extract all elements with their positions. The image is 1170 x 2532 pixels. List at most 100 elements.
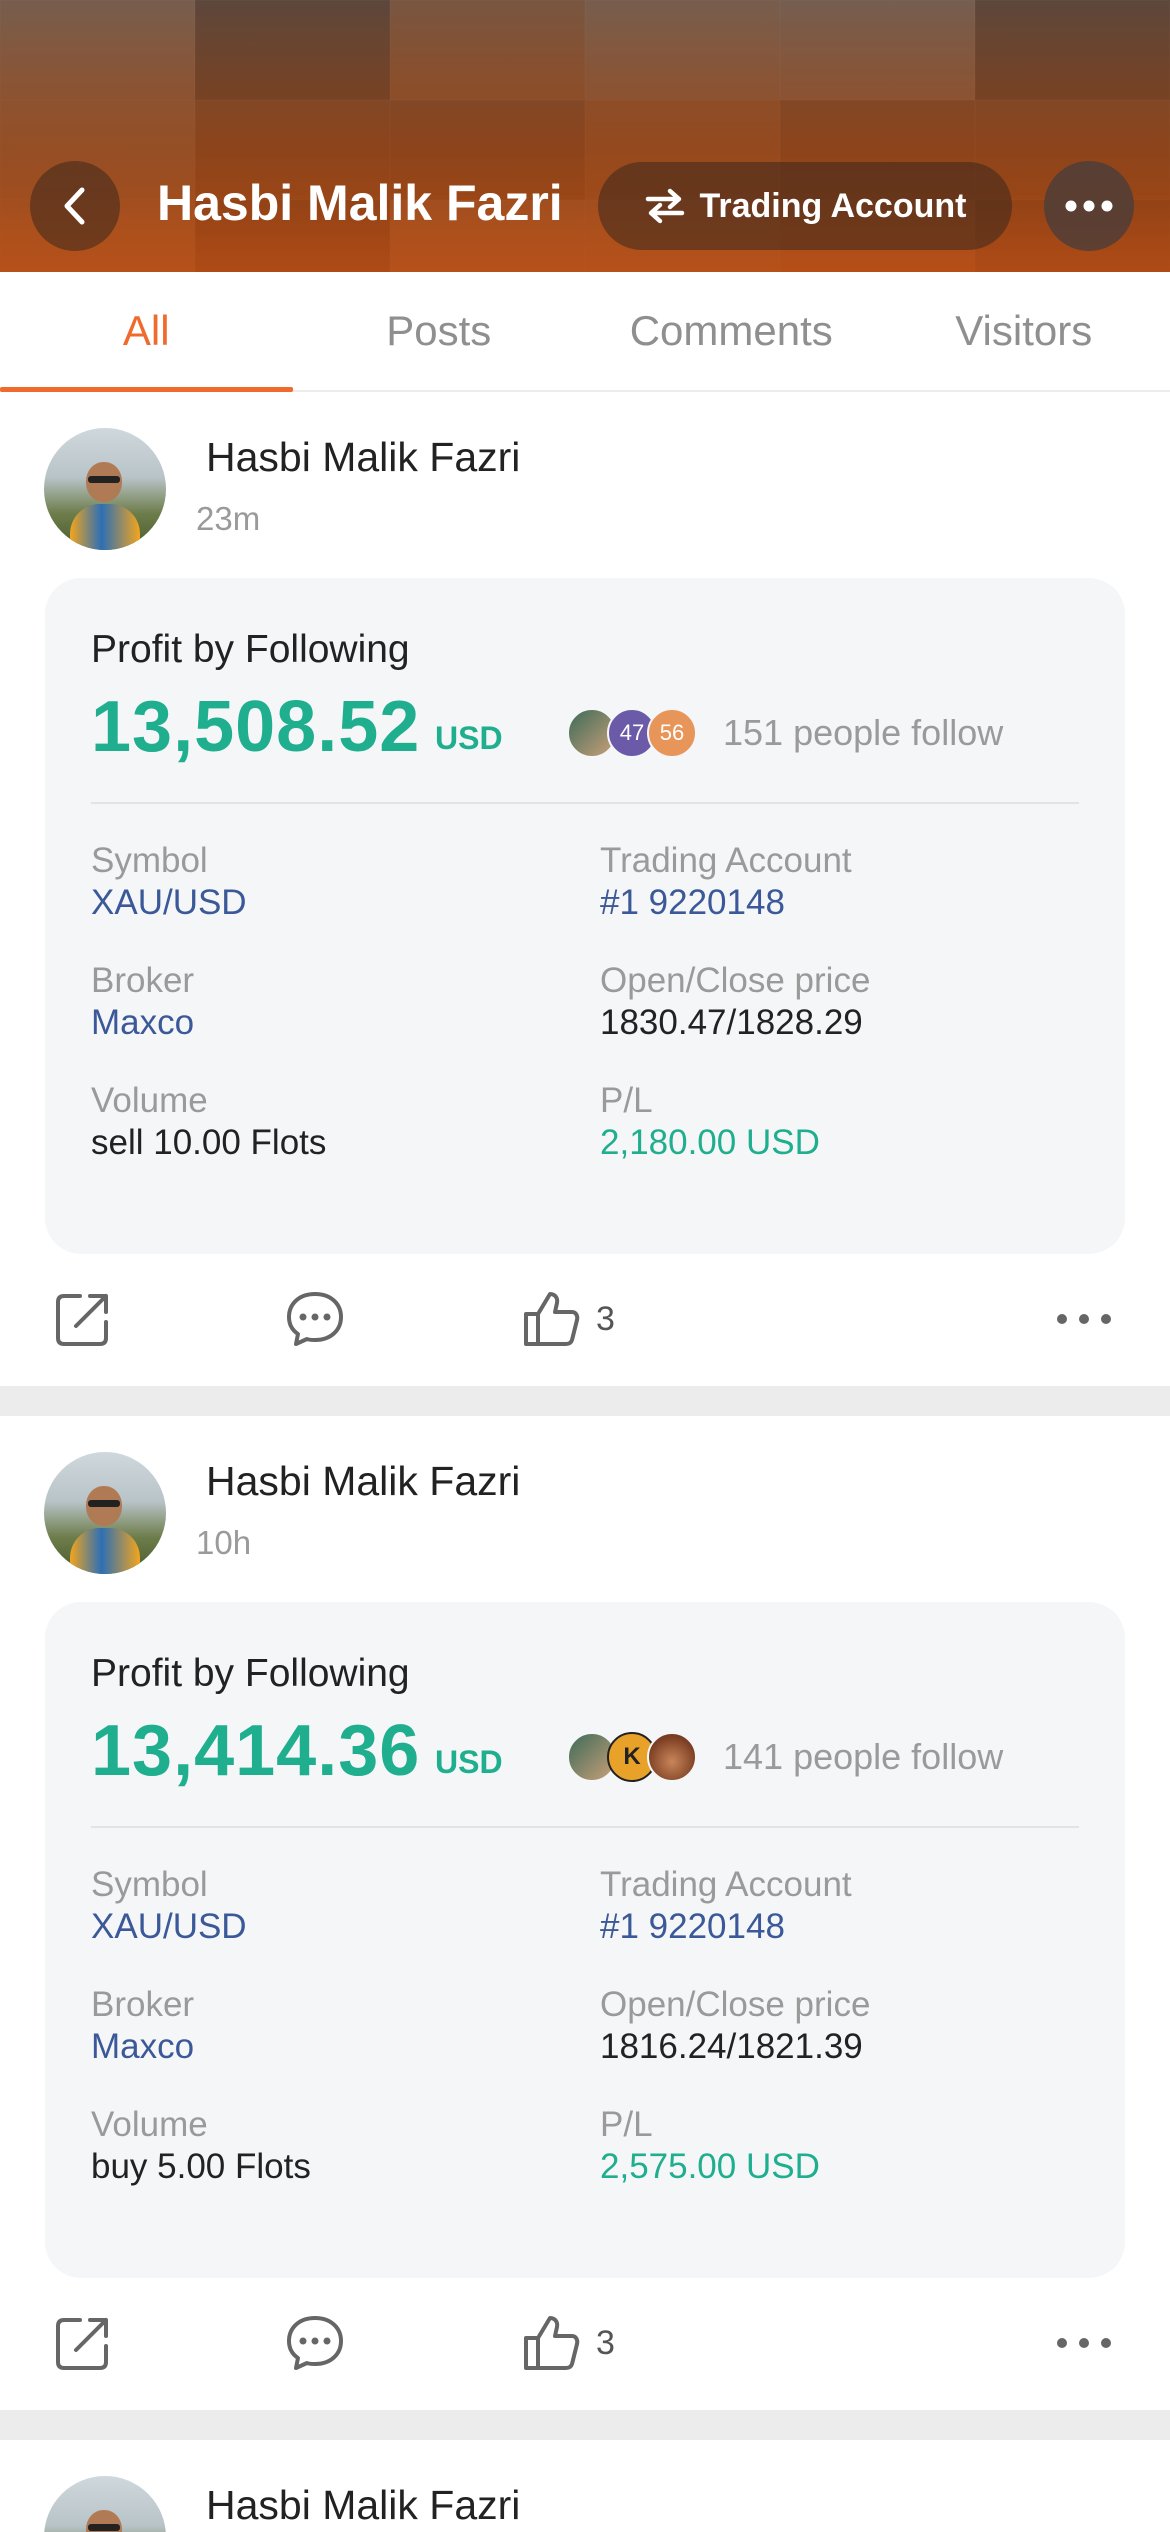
profit-card[interactable]: Profit by Following 13,508.52 USD 47 56 … <box>45 578 1125 1254</box>
avatar[interactable] <box>44 2476 166 2532</box>
post-separator <box>0 2410 1170 2440</box>
share-button[interactable] <box>52 2308 114 2378</box>
open-close-price-value: 1816.24/1821.39 <box>600 2027 863 2066</box>
symbol-label: Symbol <box>91 1865 208 1904</box>
pl-label: P/L <box>600 2105 653 2144</box>
symbol-label: Symbol <box>91 841 208 880</box>
like-count: 3 <box>596 2323 615 2362</box>
volume-field: Volume sell 10.00 Flots <box>91 1080 551 1164</box>
follower-avatar <box>647 1732 697 1782</box>
broker-field: Broker Maxco <box>91 1984 551 2068</box>
trading-account-button[interactable]: Trading Account <box>598 162 1012 250</box>
volume-value: sell 10.00 Flots <box>91 1123 327 1162</box>
card-divider <box>91 802 1079 804</box>
volume-field: Volume buy 5.00 Flots <box>91 2104 551 2188</box>
trading-account-field: Trading Account #1 9220148 <box>600 840 1060 924</box>
post-more-button[interactable] <box>1056 1284 1112 1354</box>
followers-summary[interactable]: 47 56 151 people follow <box>567 706 1003 760</box>
profile-header: Hasbi Malik Fazri Trading Account <box>0 0 1170 272</box>
broker-field: Broker Maxco <box>91 960 551 1044</box>
symbol-field: Symbol XAU/USD <box>91 840 551 924</box>
tab-comments[interactable]: Comments <box>585 272 878 390</box>
like-button[interactable]: 3 <box>520 1284 615 1354</box>
profit-card[interactable]: Profit by Following 13,414.36 USD K 141 … <box>45 1602 1125 2278</box>
volume-value: buy 5.00 Flots <box>91 2147 311 2186</box>
post-actions: 3 <box>0 1254 1170 1386</box>
broker-label: Broker <box>91 1985 195 2024</box>
pl-field: P/L 2,575.00 USD <box>600 2104 1060 2188</box>
trading-account-label: Trading Account <box>699 186 967 225</box>
broker-label: Broker <box>91 961 195 1000</box>
comment-icon <box>287 2316 343 2370</box>
tab-all[interactable]: All <box>0 272 293 392</box>
swap-arrows-icon <box>645 188 684 224</box>
post-actions: 3 <box>0 2278 1170 2410</box>
post-author[interactable]: Hasbi Malik Fazri <box>206 2482 520 2529</box>
card-title: Profit by Following <box>91 1652 410 1695</box>
activity-feed: Hasbi Malik Fazri 23m Profit by Followin… <box>0 392 1170 2532</box>
feed-post: Hasbi Malik Fazri 23m Profit by Followin… <box>0 392 1170 1386</box>
more-horizontal-icon <box>1065 200 1113 212</box>
open-close-price-field: Open/Close price 1830.47/1828.29 <box>600 960 1060 1044</box>
like-count: 3 <box>596 1299 615 1338</box>
tab-posts[interactable]: Posts <box>293 272 586 390</box>
tab-visitors[interactable]: Visitors <box>878 272 1170 390</box>
broker-value[interactable]: Maxco <box>91 2026 551 2068</box>
profit-amount: 13,508.52 <box>91 687 421 767</box>
follow-count-text: 151 people follow <box>723 712 1004 753</box>
pl-value: 2,180.00 USD <box>600 1123 820 1162</box>
symbol-field: Symbol XAU/USD <box>91 1864 551 1948</box>
feed-tabs: All Posts Comments Visitors <box>0 272 1170 392</box>
more-options-button[interactable] <box>1044 161 1134 251</box>
trading-account-value[interactable]: #1 9220148 <box>600 1906 1060 1948</box>
symbol-value[interactable]: XAU/USD <box>91 882 551 924</box>
post-header: Hasbi Malik Fazri 23m <box>0 392 1170 578</box>
followers-summary[interactable]: K 141 people follow <box>567 1730 1003 1784</box>
pl-value: 2,575.00 USD <box>600 2147 820 2186</box>
feed-post: Hasbi Malik Fazri <box>0 2440 1170 2532</box>
comment-icon <box>287 1292 343 1346</box>
share-button[interactable] <box>52 1284 114 1354</box>
back-button[interactable] <box>30 161 120 251</box>
feed-post: Hasbi Malik Fazri 10h Profit by Followin… <box>0 1416 1170 2410</box>
profile-name: Hasbi Malik Fazri <box>157 175 563 231</box>
trading-account-value[interactable]: #1 9220148 <box>600 882 1060 924</box>
avatar[interactable] <box>44 428 166 550</box>
post-header: Hasbi Malik Fazri <box>0 2440 1170 2532</box>
profit-currency: USD <box>435 720 503 756</box>
pl-label: P/L <box>600 1081 653 1120</box>
follower-count-badge: 56 <box>647 708 697 758</box>
open-close-price-value: 1830.47/1828.29 <box>600 1003 863 1042</box>
open-close-price-label: Open/Close price <box>600 961 871 1000</box>
broker-value[interactable]: Maxco <box>91 1002 551 1044</box>
volume-label: Volume <box>91 1081 208 1120</box>
post-more-button[interactable] <box>1056 2308 1112 2378</box>
post-author[interactable]: Hasbi Malik Fazri <box>206 434 520 481</box>
profit-amount: 13,414.36 <box>91 1711 421 1791</box>
trading-account-label: Trading Account <box>600 841 852 880</box>
post-separator <box>0 1386 1170 1416</box>
follow-count-text: 141 people follow <box>723 1736 1004 1777</box>
post-time: 23m <box>196 500 261 537</box>
post-time: 10h <box>196 1524 252 1561</box>
chevron-left-icon <box>64 187 85 225</box>
share-icon <box>56 1294 108 1346</box>
avatar[interactable] <box>44 1452 166 1574</box>
share-icon <box>56 2318 108 2370</box>
card-divider <box>91 1826 1079 1828</box>
comment-button[interactable] <box>284 1284 346 1354</box>
more-horizontal-icon <box>1057 2338 1111 2348</box>
post-header: Hasbi Malik Fazri 10h <box>0 1416 1170 1602</box>
like-button[interactable]: 3 <box>520 2308 615 2378</box>
comment-button[interactable] <box>284 2308 346 2378</box>
card-title: Profit by Following <box>91 628 410 671</box>
trading-account-field: Trading Account #1 9220148 <box>600 1864 1060 1948</box>
post-author[interactable]: Hasbi Malik Fazri <box>206 1458 520 1505</box>
open-close-price-field: Open/Close price 1816.24/1821.39 <box>600 1984 1060 2068</box>
pl-field: P/L 2,180.00 USD <box>600 1080 1060 1164</box>
volume-label: Volume <box>91 2105 208 2144</box>
symbol-value[interactable]: XAU/USD <box>91 1906 551 1948</box>
more-horizontal-icon <box>1057 1314 1111 1324</box>
open-close-price-label: Open/Close price <box>600 1985 871 2024</box>
thumbs-up-icon <box>524 1292 580 1346</box>
